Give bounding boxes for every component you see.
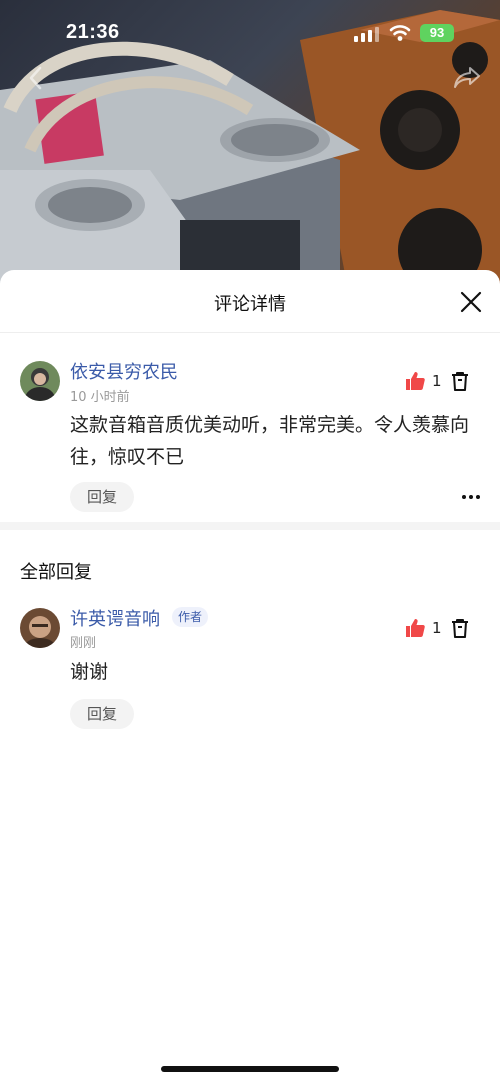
section-divider — [0, 522, 500, 530]
share-icon[interactable] — [452, 64, 482, 92]
user-avatar-image — [20, 361, 60, 401]
page-title: 评论详情 — [214, 294, 286, 315]
reply-time: 刚刚 — [70, 636, 97, 651]
reply-button[interactable]: 回复 — [70, 699, 134, 729]
home-indicator[interactable] — [161, 1066, 339, 1072]
reply-author-name[interactable]: 许英谔音响 — [70, 605, 160, 631]
status-bar: 21:36 93 — [0, 0, 500, 66]
author-avatar-image — [20, 608, 60, 648]
close-icon[interactable] — [458, 289, 484, 315]
back-icon[interactable] — [24, 64, 48, 92]
avatar[interactable] — [20, 608, 60, 648]
like-icon[interactable] — [405, 618, 425, 638]
wifi-icon — [389, 25, 411, 41]
trash-icon[interactable] — [451, 618, 469, 638]
status-time: 21:36 — [66, 21, 120, 43]
like-count: 1 — [432, 372, 442, 390]
reply-text: 谢谢 — [70, 661, 109, 683]
comment-detail-sheet: 评论详情 依安县穷农民 10 小时前 1 这款音箱音质优美动听，非常完美。令人羡… — [0, 270, 500, 1083]
trash-icon[interactable] — [451, 371, 469, 391]
like-icon[interactable] — [405, 371, 425, 391]
author-badge: 作者 — [172, 607, 209, 627]
like-count: 1 — [432, 619, 442, 637]
more-options-icon[interactable] — [461, 493, 481, 501]
comment-author-name[interactable]: 依安县穷农民 — [70, 358, 178, 384]
comment-time: 10 小时前 — [70, 390, 130, 405]
cellular-signal-icon — [354, 27, 379, 42]
avatar[interactable] — [20, 361, 60, 401]
reply-button[interactable]: 回复 — [70, 482, 134, 512]
battery-indicator: 93 — [420, 24, 454, 42]
sheet-header: 评论详情 — [0, 270, 500, 333]
comment-text: 这款音箱音质优美动听，非常完美。令人羡慕向往，惊叹不已 — [70, 414, 470, 468]
all-replies-heading: 全部回复 — [20, 562, 92, 583]
